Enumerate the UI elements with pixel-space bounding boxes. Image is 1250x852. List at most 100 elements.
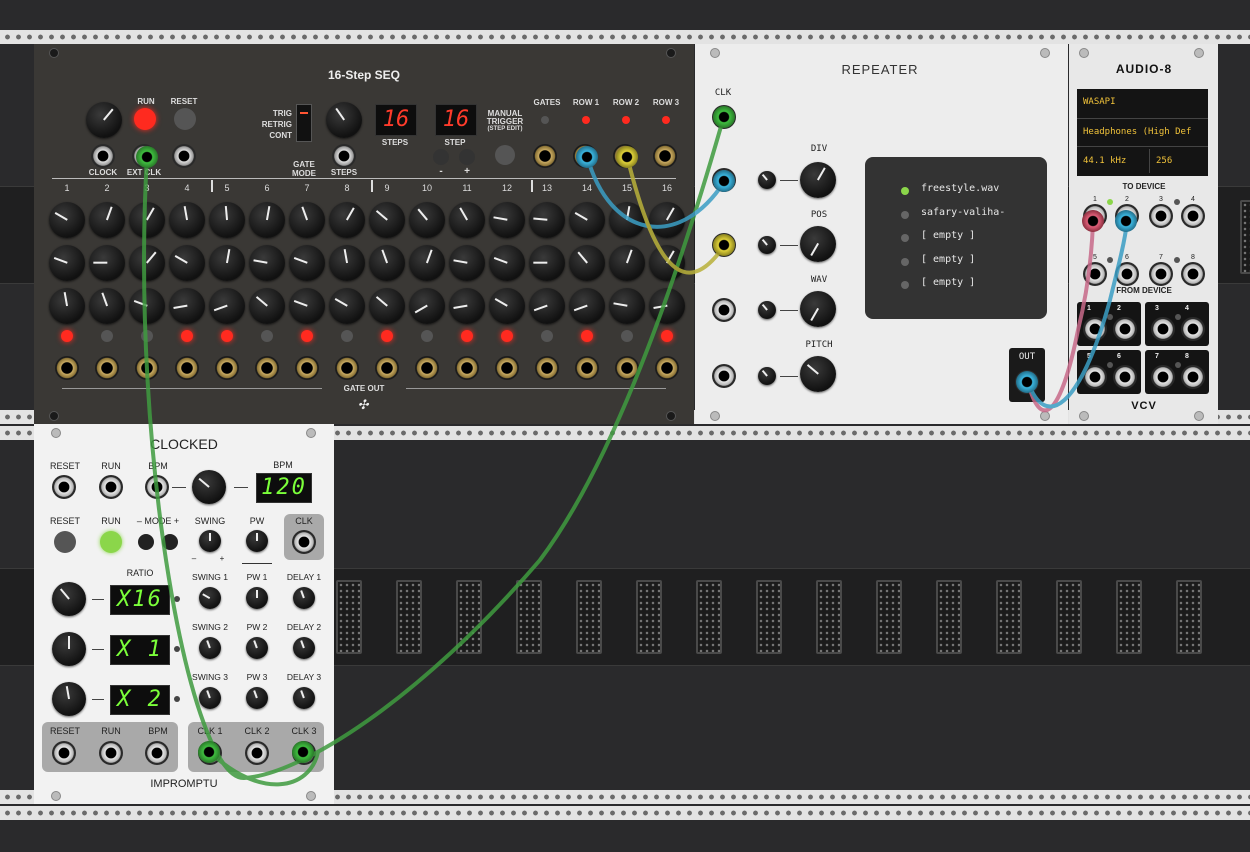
gate-output-jack[interactable] xyxy=(335,356,359,380)
swing-knob[interactable] xyxy=(199,587,221,609)
run-button[interactable] xyxy=(100,531,122,553)
wav-knob[interactable] xyxy=(800,291,836,327)
cable-plug-green[interactable] xyxy=(713,106,735,128)
step-knob-row2[interactable] xyxy=(369,245,405,281)
pw-knob[interactable] xyxy=(246,687,268,709)
step-knob-row3[interactable] xyxy=(289,288,325,324)
cable-plug-green[interactable] xyxy=(136,146,158,168)
ratio-knob[interactable] xyxy=(52,682,86,716)
to-device-jack[interactable] xyxy=(1149,204,1173,228)
gate-output-jack[interactable] xyxy=(295,356,319,380)
reset-output-jack[interactable] xyxy=(52,741,76,765)
step-knob-row2[interactable] xyxy=(289,245,325,281)
step-knob-row1[interactable] xyxy=(489,202,525,238)
gate-output-jack[interactable] xyxy=(95,356,119,380)
step-knob-row3[interactable] xyxy=(529,288,565,324)
ratio-knob[interactable] xyxy=(52,632,86,666)
cable-plug-green[interactable] xyxy=(198,741,220,763)
to-device-jack[interactable] xyxy=(1083,262,1107,286)
run-input-jack[interactable] xyxy=(99,475,123,499)
run-button[interactable] xyxy=(134,108,156,130)
gate-mode-switch[interactable] xyxy=(296,104,312,142)
step-knob-row2[interactable] xyxy=(49,245,85,281)
gate-led-button[interactable] xyxy=(181,330,193,342)
mode-plus-button[interactable] xyxy=(162,534,178,550)
step-knob-row1[interactable] xyxy=(329,202,365,238)
div-knob[interactable] xyxy=(800,162,836,198)
cable-plug-blue[interactable] xyxy=(576,146,598,168)
gate-output-jack[interactable] xyxy=(535,356,559,380)
step-knob-row1[interactable] xyxy=(169,202,205,238)
from-device-jack[interactable] xyxy=(1083,365,1107,389)
pw-knob[interactable] xyxy=(246,587,268,609)
pw-knob[interactable] xyxy=(246,530,268,552)
step-knob-row3[interactable] xyxy=(649,288,685,324)
step-knob-row1[interactable] xyxy=(529,202,565,238)
gate-led-button[interactable] xyxy=(341,330,353,342)
step-knob-row1[interactable] xyxy=(369,202,405,238)
cable-plug-yellow[interactable] xyxy=(616,146,638,168)
gate-output-jack[interactable] xyxy=(615,356,639,380)
step-knob-row1[interactable] xyxy=(649,202,685,238)
gate-output-jack[interactable] xyxy=(175,356,199,380)
gate-output-jack[interactable] xyxy=(215,356,239,380)
step-knob-row2[interactable] xyxy=(529,245,565,281)
gate-led-button[interactable] xyxy=(301,330,313,342)
step-knob-row1[interactable] xyxy=(409,202,445,238)
step-knob-row3[interactable] xyxy=(249,288,285,324)
step-knob-row2[interactable] xyxy=(569,245,605,281)
cable-plug-pink[interactable] xyxy=(1082,210,1104,232)
to-device-jack[interactable] xyxy=(1181,204,1205,228)
step-minus-button[interactable] xyxy=(433,149,449,165)
from-device-jack[interactable] xyxy=(1083,317,1107,341)
step-knob-row1[interactable] xyxy=(569,202,605,238)
swing-knob[interactable] xyxy=(199,637,221,659)
clk2-output-jack[interactable] xyxy=(245,741,269,765)
from-device-jack[interactable] xyxy=(1113,365,1137,389)
step-knob-row2[interactable] xyxy=(649,245,685,281)
step-knob-row2[interactable] xyxy=(129,245,165,281)
delay-knob[interactable] xyxy=(293,637,315,659)
steps-input-jack[interactable] xyxy=(332,144,356,168)
from-device-jack[interactable] xyxy=(1151,365,1175,389)
swing-knob[interactable] xyxy=(199,687,221,709)
gate-output-jack[interactable] xyxy=(575,356,599,380)
pitch-attenuator-knob[interactable] xyxy=(758,367,776,385)
pitch-knob[interactable] xyxy=(800,356,836,392)
cable-plug-blue[interactable] xyxy=(1115,210,1137,232)
mode-minus-button[interactable] xyxy=(138,534,154,550)
ratio-knob[interactable] xyxy=(52,582,86,616)
step-knob-row2[interactable] xyxy=(609,245,645,281)
step-knob-row3[interactable] xyxy=(449,288,485,324)
step-knob-row3[interactable] xyxy=(209,288,245,324)
reset-input-jack[interactable] xyxy=(52,475,76,499)
pos-attenuator-knob[interactable] xyxy=(758,236,776,254)
gate-output-jack[interactable] xyxy=(655,356,679,380)
bpm-knob[interactable] xyxy=(192,470,226,504)
to-device-jack[interactable] xyxy=(1181,262,1205,286)
step-knob-row2[interactable] xyxy=(449,245,485,281)
gate-led-button[interactable] xyxy=(141,330,153,342)
gate-output-jack[interactable] xyxy=(415,356,439,380)
reset-button[interactable] xyxy=(54,531,76,553)
cable-plug-green[interactable] xyxy=(292,741,314,763)
step-knob-row1[interactable] xyxy=(249,202,285,238)
clock-input-jack[interactable] xyxy=(91,144,115,168)
div-attenuator-knob[interactable] xyxy=(758,171,776,189)
step-knob-row2[interactable] xyxy=(89,245,125,281)
gate-output-jack[interactable] xyxy=(495,356,519,380)
clk-output-jack[interactable] xyxy=(292,530,316,554)
step-knob-row2[interactable] xyxy=(209,245,245,281)
gate-led-button[interactable] xyxy=(381,330,393,342)
step-knob-row1[interactable] xyxy=(129,202,165,238)
bpm-output-jack[interactable] xyxy=(145,741,169,765)
file-list-item[interactable]: freestyle.wav xyxy=(921,183,1041,194)
swing-knob[interactable] xyxy=(199,530,221,552)
step-knob-row1[interactable] xyxy=(209,202,245,238)
driver-select[interactable]: WASAPI xyxy=(1080,93,1207,113)
pw-knob[interactable] xyxy=(246,637,268,659)
step-knob-row2[interactable] xyxy=(169,245,205,281)
from-device-jack[interactable] xyxy=(1151,317,1175,341)
row3-output-jack[interactable] xyxy=(653,144,677,168)
step-knob-row3[interactable] xyxy=(49,288,85,324)
